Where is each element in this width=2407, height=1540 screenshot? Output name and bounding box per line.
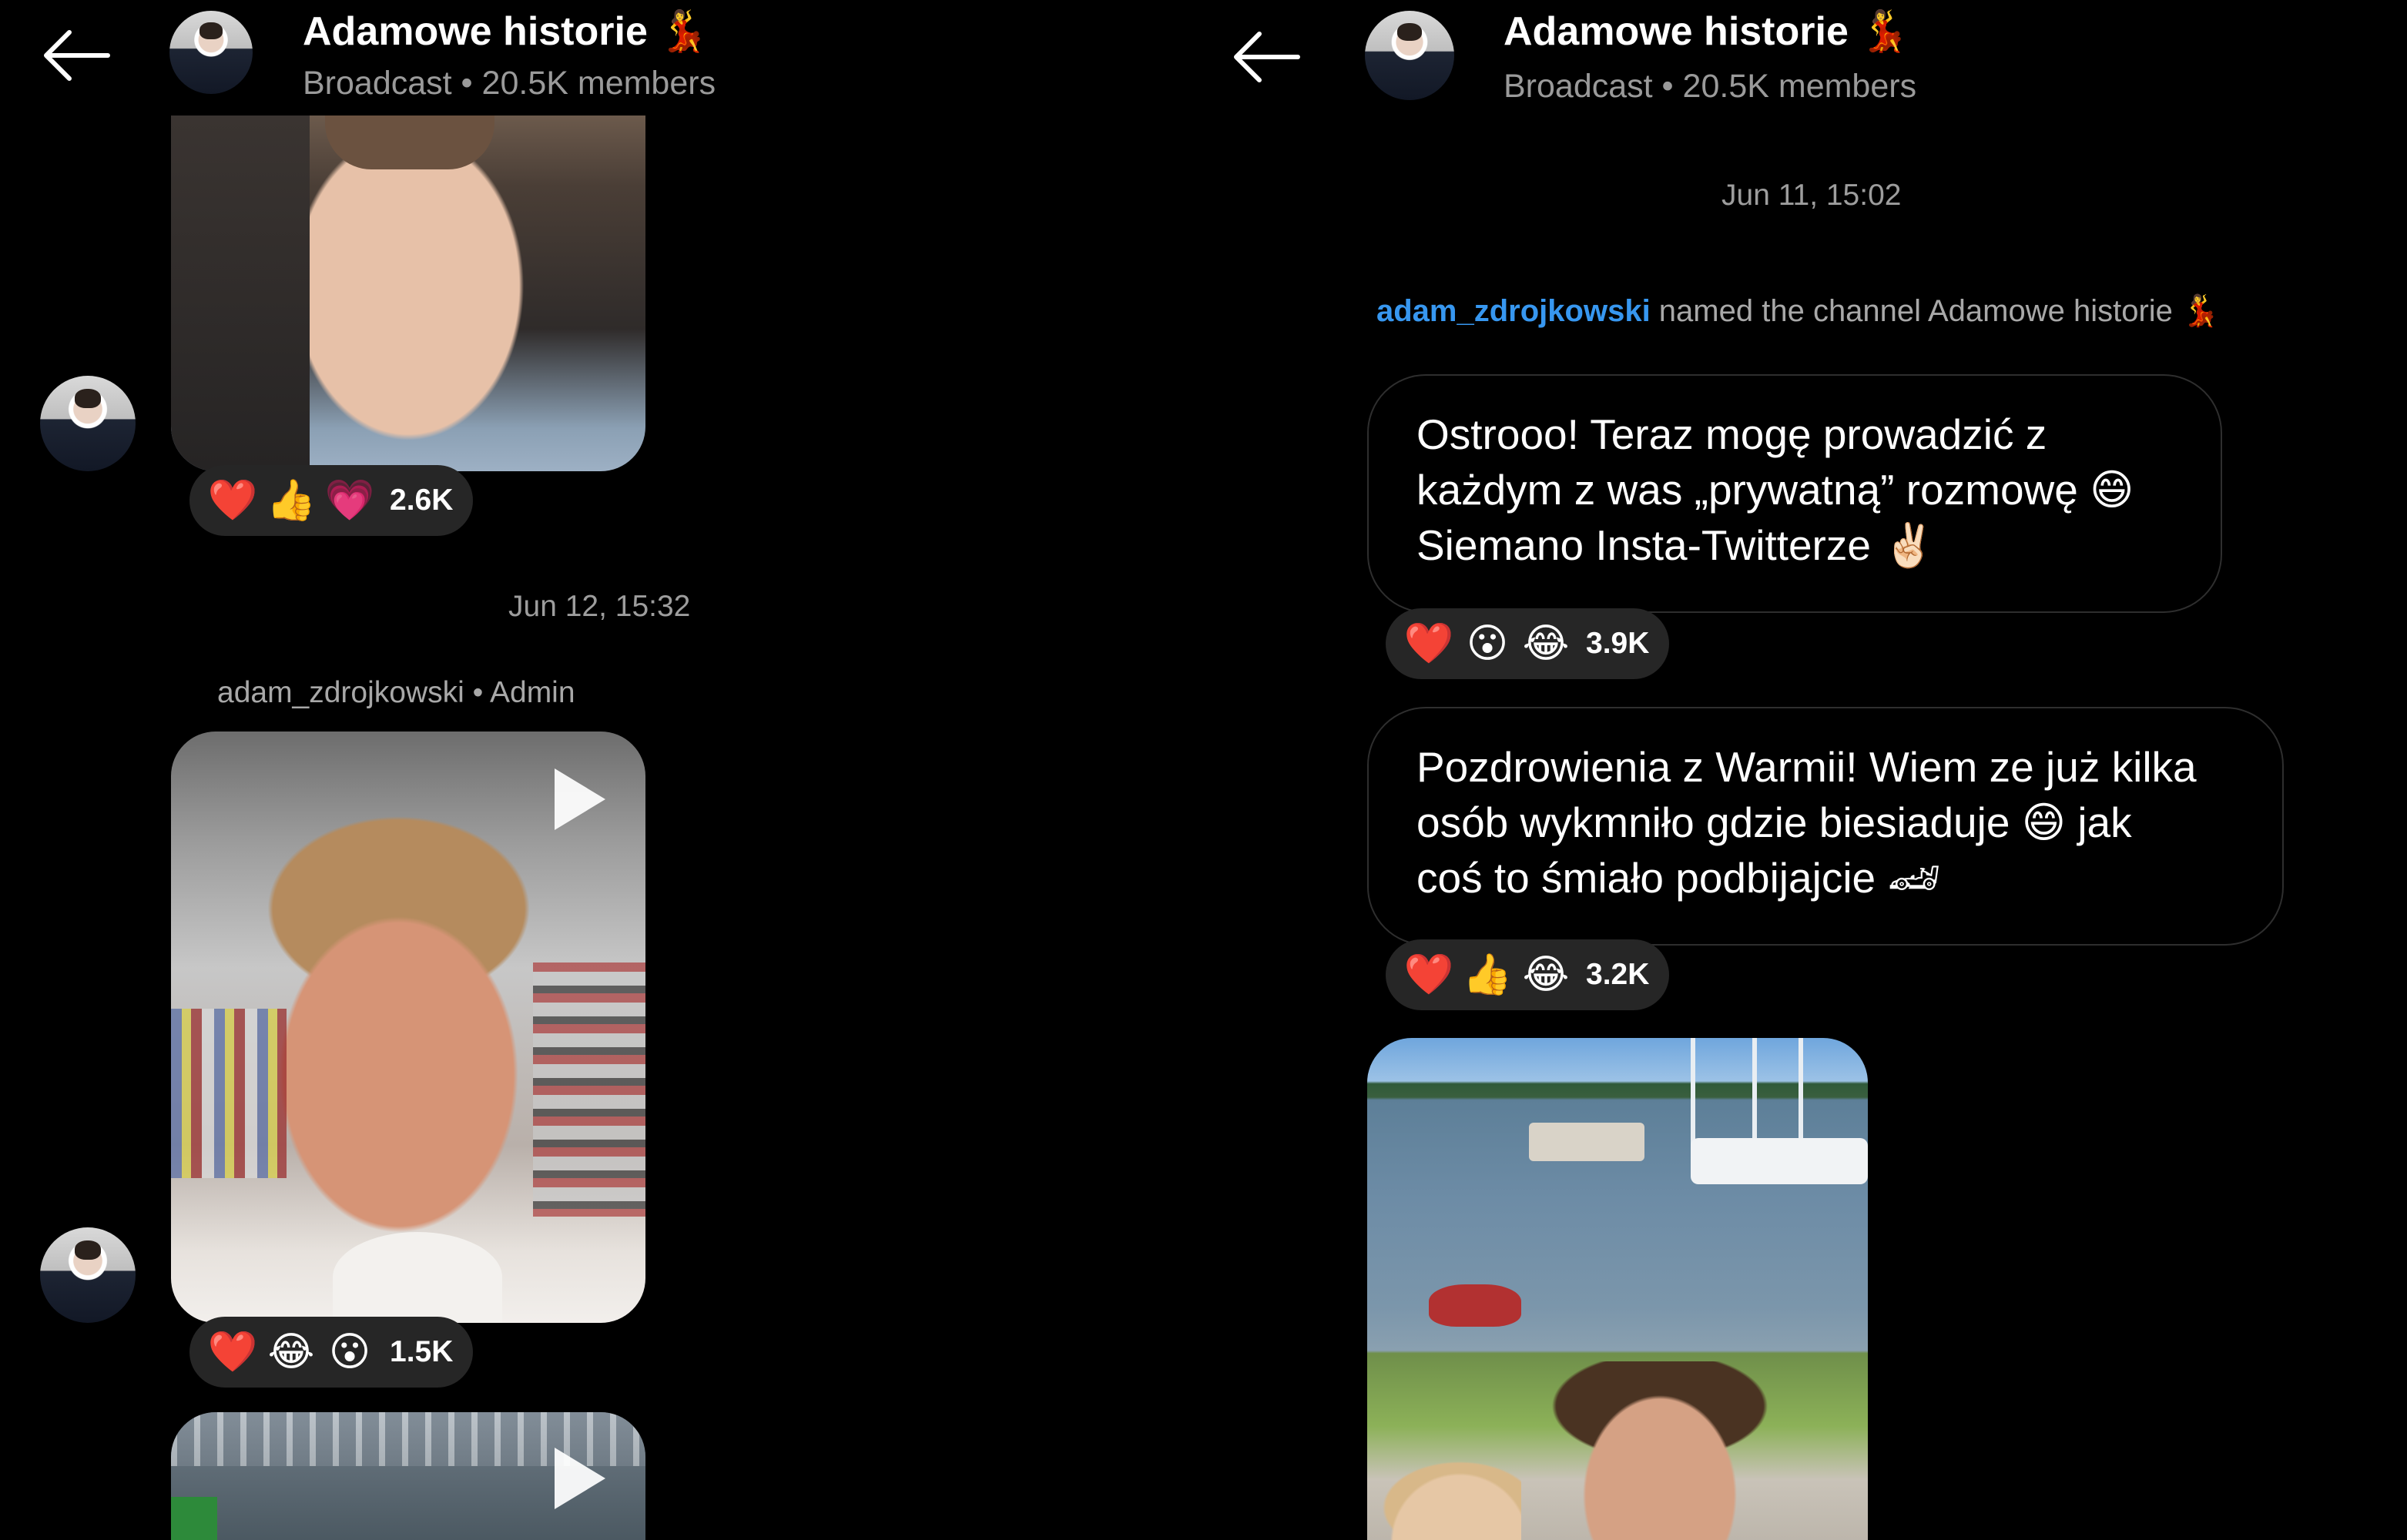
- video-message[interactable]: [171, 732, 645, 1323]
- channel-title[interactable]: Adamowe historie 💃: [1504, 8, 1909, 55]
- system-username-link[interactable]: adam_zdrojkowski: [1376, 294, 1651, 328]
- message-line: Pozdrowienia z Warmii! Wiem ze już kilka: [1416, 743, 2197, 791]
- laughing-emoji: 😂: [1522, 952, 1570, 997]
- play-icon[interactable]: [555, 1448, 605, 1509]
- photo-message[interactable]: [1367, 1038, 1868, 1540]
- laughing-emoji: 😂: [267, 1330, 315, 1374]
- thumbs-up-emoji: 👍: [1462, 952, 1513, 997]
- video-message[interactable]: [171, 1412, 645, 1540]
- heart-emoji: ❤️: [207, 1330, 258, 1374]
- message-line: coś to śmiało podbijajcie 🏎: [1416, 854, 1942, 902]
- surprised-emoji: 😮: [1466, 621, 1509, 666]
- back-arrow-icon[interactable]: [40, 28, 111, 83]
- sender-avatar[interactable]: [40, 376, 136, 471]
- sender-label: adam_zdrojkowski • Admin: [217, 676, 575, 710]
- message-line: każdym z was „prywatną” rozmowę 😄: [1416, 466, 2134, 514]
- text-message[interactable]: Pozdrowienia z Warmii! Wiem ze już kilka…: [1367, 707, 2284, 946]
- channel-subtitle: Broadcast • 20.5K members: [1504, 68, 1917, 105]
- sender-avatar[interactable]: [40, 1227, 136, 1323]
- message-line: osób wykmniło gdzie biesiaduje 😄 jak: [1416, 798, 2132, 846]
- date-separator: Jun 11, 15:02: [1721, 179, 1902, 212]
- channel-subtitle: Broadcast • 20.5K members: [303, 65, 716, 102]
- reactions-bar[interactable]: ❤️ 😂 😮 1.5K: [189, 1317, 474, 1388]
- channel-avatar[interactable]: [1365, 11, 1454, 100]
- system-message-text: named the channel Adamowe historie 💃: [1650, 294, 2220, 328]
- reaction-count: 3.2K: [1586, 958, 1650, 991]
- back-arrow-icon[interactable]: [1230, 29, 1301, 85]
- channel-title[interactable]: Adamowe historie 💃: [303, 8, 709, 55]
- left-chat-pane: Adamowe historie 💃 Broadcast • 20.5K mem…: [0, 0, 1203, 1540]
- surprised-emoji: 😮: [328, 1330, 371, 1374]
- sender-role: • Admin: [464, 676, 575, 709]
- pink-heart-emoji: 💗: [324, 478, 375, 523]
- reaction-count: 1.5K: [390, 1335, 454, 1368]
- reactions-bar[interactable]: ❤️ 👍 💗 2.6K: [189, 465, 474, 536]
- heart-emoji: ❤️: [1403, 621, 1454, 666]
- sender-name[interactable]: adam_zdrojkowski: [217, 676, 464, 709]
- right-chat-pane: Adamowe historie 💃 Broadcast • 20.5K mem…: [1204, 0, 2407, 1540]
- date-separator: Jun 12, 15:32: [508, 590, 691, 623]
- reactions-bar[interactable]: ❤️ 😮 😂 3.9K: [1386, 608, 1670, 679]
- system-message: adam_zdrojkowski named the channel Adamo…: [1376, 293, 2220, 329]
- heart-emoji: ❤️: [207, 478, 258, 523]
- reactions-bar[interactable]: ❤️ 👍 😂 3.2K: [1386, 939, 1670, 1010]
- channel-avatar[interactable]: [169, 11, 253, 94]
- laughing-emoji: 😂: [1522, 621, 1570, 666]
- message-line: Ostrooo! Teraz mogę prowadzić z: [1416, 410, 2047, 458]
- photo-message[interactable]: [171, 116, 645, 471]
- thumbs-up-emoji: 👍: [266, 478, 317, 523]
- heart-emoji: ❤️: [1403, 952, 1454, 997]
- play-icon[interactable]: [555, 768, 605, 830]
- message-line: Siemano Insta-Twitterze ✌🏻: [1416, 521, 1936, 569]
- reaction-count: 3.9K: [1586, 627, 1650, 660]
- reaction-count: 2.6K: [390, 484, 454, 517]
- text-message[interactable]: Ostrooo! Teraz mogę prowadzić z każdym z…: [1367, 374, 2222, 613]
